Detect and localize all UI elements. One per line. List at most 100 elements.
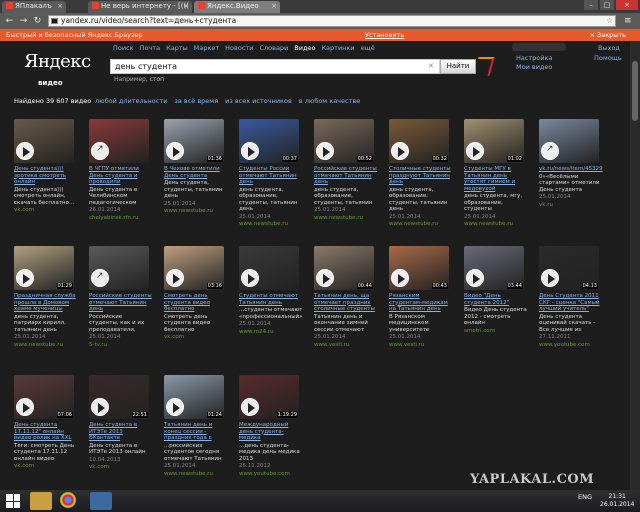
search-input[interactable]: день студента <box>110 59 440 74</box>
video-result-card[interactable]: 07:06 День студента 17.11.12" онлайн виде… <box>14 375 78 470</box>
play-icon[interactable] <box>166 398 184 416</box>
video-thumbnail[interactable] <box>89 246 149 290</box>
video-thumbnail[interactable]: 01:24 <box>164 375 224 419</box>
video-source[interactable]: www.youtube.com <box>539 342 603 349</box>
video-thumbnail[interactable]: 00:37 <box>239 119 299 163</box>
tab-yandex-video[interactable]: Яндекс.Видео × <box>194 1 280 13</box>
video-title[interactable]: Российские студенты отмечают Татьянин де… <box>89 293 153 313</box>
windows-start-icon[interactable] <box>6 494 20 508</box>
video-source[interactable]: www.vesti.ru <box>389 342 453 349</box>
bookmark-star-icon[interactable]: ☆ <box>606 16 613 26</box>
play-icon[interactable] <box>241 398 259 416</box>
play-icon[interactable] <box>16 398 34 416</box>
video-result-card[interactable]: 03:16 Смотреть день студента видео беспла… <box>164 246 228 341</box>
close-promo-button[interactable]: × Закрыть <box>590 29 626 41</box>
close-tab-icon[interactable]: × <box>271 2 277 10</box>
video-thumbnail[interactable]: 01:02 <box>464 119 524 163</box>
video-title[interactable]: Студенты МГУ в Татьянин день угостят гим… <box>464 166 528 192</box>
video-source[interactable]: 5-tv.ru <box>89 342 153 349</box>
filter-quality[interactable]: в любом качестве <box>299 97 360 105</box>
video-thumbnail[interactable] <box>239 246 299 290</box>
play-icon[interactable] <box>16 269 34 287</box>
video-thumbnail[interactable]: 00:43 <box>389 246 449 290</box>
video-source[interactable]: vk.ru <box>539 202 603 209</box>
scrollbar-thumb[interactable] <box>632 61 638 121</box>
video-source[interactable]: chelyabinsk.rfn.ru <box>89 215 153 222</box>
clear-search-icon[interactable]: ✕ <box>428 62 434 70</box>
video-source[interactable]: www.vesti.ru <box>314 342 378 349</box>
video-source[interactable]: www.newstube.ru <box>14 342 78 349</box>
video-title[interactable]: День студента 17.11.12" онлайн видео рол… <box>14 422 78 442</box>
maximize-icon[interactable]: □ <box>600 0 614 10</box>
play-icon[interactable] <box>241 142 259 160</box>
video-thumbnail[interactable]: 00:52 <box>314 119 374 163</box>
video-title[interactable]: Видео "День студента 2012" <box>464 293 528 306</box>
app-icon[interactable] <box>90 492 112 510</box>
video-source[interactable]: vk.com <box>89 464 153 471</box>
example-link[interactable]: стоп <box>150 76 164 83</box>
video-thumbnail[interactable]: 00:32 <box>389 119 449 163</box>
video-thumbnail[interactable]: 03:44 <box>464 246 524 290</box>
video-result-card[interactable]: 1:19:29 Международный день студента-медик… <box>239 375 303 477</box>
video-title[interactable]: Смотреть день студента видео бесплатно <box>164 293 228 313</box>
url-input[interactable]: yandex.ru/video/search?text=день+студент… <box>48 15 616 27</box>
video-result-card[interactable]: 01:24 Татьянин день и конец сессии - праз… <box>164 375 228 477</box>
video-title[interactable]: Студенты России отмечают Татьянин день <box>239 166 303 186</box>
play-icon[interactable] <box>316 142 334 160</box>
service-link[interactable]: Маркет <box>194 44 219 52</box>
play-icon[interactable] <box>541 269 559 287</box>
video-source[interactable]: www.newstube.ru <box>239 221 303 228</box>
service-link[interactable]: Карты <box>166 44 188 52</box>
play-icon[interactable] <box>166 269 184 287</box>
filter-duration[interactable]: любой длительности <box>95 97 167 105</box>
video-result-card[interactable]: 00:37 Студенты России отмечают Татьянин д… <box>239 119 303 228</box>
video-source[interactable]: www.newstube.ru <box>389 221 453 228</box>
video-title[interactable]: В Чехове отметили День студента <box>164 166 228 179</box>
tab-yaplakal[interactable]: ЯПлакалъ × <box>2 1 66 13</box>
logout-link[interactable]: Выход <box>598 44 620 53</box>
video-thumbnail[interactable] <box>89 119 149 163</box>
settings-link[interactable]: Настройка <box>516 54 552 63</box>
minimize-icon[interactable]: – <box>584 0 598 10</box>
video-result-card[interactable]: 01:29 Праздничная служба прошла в Домовом… <box>14 246 78 348</box>
play-icon[interactable] <box>91 398 109 416</box>
video-result-card[interactable]: В ЧГПУ отметили День студента и проводил… <box>89 119 153 221</box>
help-link[interactable]: Помощь <box>594 54 622 63</box>
video-source[interactable]: www.m24.ru <box>239 329 303 336</box>
forward-icon[interactable]: → <box>18 16 29 26</box>
video-result-card[interactable]: 00:52 Российские студенты отмечают Татьян… <box>314 119 378 221</box>
video-title[interactable]: Студенты отмечают Татьянин день <box>239 293 303 306</box>
video-result-card[interactable]: Студенты отмечают Татьянин день ...студен… <box>239 246 303 335</box>
my-videos-link[interactable]: Мои видео <box>516 63 552 72</box>
video-source[interactable]: vk.com <box>164 334 228 341</box>
search-button[interactable]: Найти <box>440 59 476 74</box>
video-result-card[interactable]: Российские студенты отмечают Татьянин де… <box>89 246 153 348</box>
play-icon[interactable] <box>316 269 334 287</box>
video-source[interactable]: www.newstube.ru <box>164 471 228 478</box>
video-source[interactable]: www.newstube.ru <box>314 215 378 222</box>
close-tab-icon[interactable]: × <box>183 2 189 10</box>
back-icon[interactable]: ← <box>4 16 15 26</box>
video-title[interactable]: День студента в ИТЭТе 2013 ВКонтакте <box>89 422 153 442</box>
video-thumbnail[interactable]: 01:36 <box>164 119 224 163</box>
video-source[interactable]: smotri.com <box>464 328 528 335</box>
yandex-logo[interactable]: Яндекс <box>24 51 91 72</box>
video-result-card[interactable]: vk.ru/news/item/453290»«Весёлыми стартам… <box>539 119 603 208</box>
scrollbar[interactable] <box>630 41 640 490</box>
video-thumbnail[interactable]: 1:19:29 <box>239 375 299 419</box>
filter-time[interactable]: за всё время <box>174 97 218 105</box>
play-icon[interactable] <box>391 142 409 160</box>
video-source[interactable]: www.newstube.ru <box>464 221 528 228</box>
play-icon[interactable] <box>466 269 484 287</box>
video-thumbnail[interactable] <box>14 119 74 163</box>
clock[interactable]: 21:31 26.01.2014 <box>600 493 634 509</box>
install-link[interactable]: Установить <box>365 29 404 41</box>
external-link-icon[interactable] <box>91 142 109 160</box>
video-thumbnail[interactable]: 01:29 <box>14 246 74 290</box>
video-title[interactable]: Рязанским студентам-медикам на Татьянин … <box>389 293 453 313</box>
video-title[interactable]: Праздничная служба прошла в Домовом храм… <box>14 293 78 313</box>
service-link[interactable]: Новости <box>225 44 253 52</box>
video-source[interactable]: www.newstube.ru <box>164 208 228 215</box>
service-link[interactable]: Картинки <box>321 44 354 52</box>
video-source[interactable]: www.youtube.com <box>239 471 303 478</box>
